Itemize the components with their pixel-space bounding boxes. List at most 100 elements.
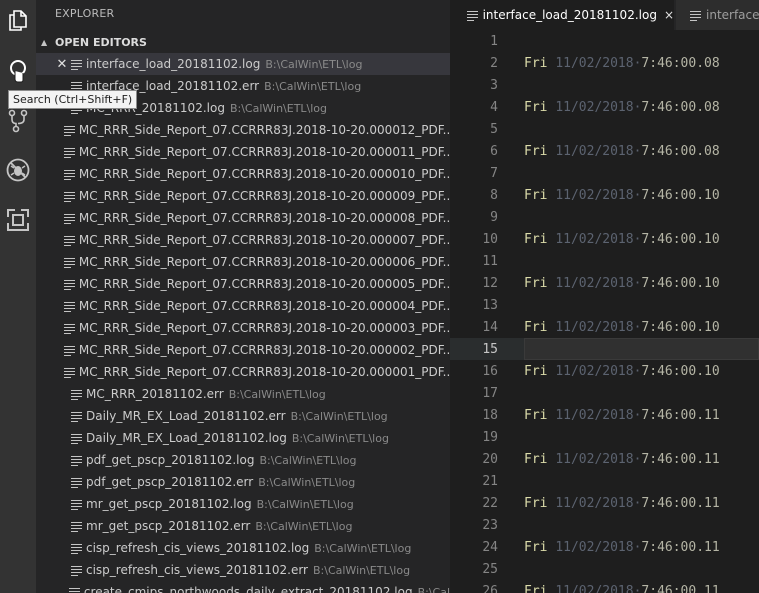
extensions-button[interactable] bbox=[0, 202, 36, 238]
line-number: 1 bbox=[490, 33, 498, 49]
code-text: Fri 11/02/2018·7:46:00.11 bbox=[524, 407, 720, 423]
file-path: B:\Cal bbox=[417, 585, 450, 593]
file-icon bbox=[690, 10, 701, 21]
code-line: 21 bbox=[450, 470, 759, 492]
open-editor-item[interactable]: ✕ interface_load_20181102.log B:\CalWin\ET… bbox=[36, 53, 450, 75]
explorer-button[interactable] bbox=[0, 2, 36, 38]
open-editor-item[interactable]: ✕Daily_MR_EX_Load_20181102.logB:\CalWin\… bbox=[36, 427, 450, 449]
log-day: Fri bbox=[524, 55, 548, 71]
log-date: 11/02/2018 bbox=[555, 275, 634, 291]
open-editor-item[interactable]: ✕MC_RRR_Side_Report_07.CCRRR83J.2018-10-… bbox=[36, 185, 450, 207]
log-date: 11/02/2018 bbox=[555, 55, 634, 71]
code-line: 5 bbox=[450, 118, 759, 140]
log-date: 11/02/2018 bbox=[555, 407, 634, 423]
open-editor-item[interactable]: ✕pdf_get_pscp_20181102.errB:\CalWin\ETL\… bbox=[36, 471, 450, 493]
code-line: 13 bbox=[450, 294, 759, 316]
open-editors-label: OPEN EDITORS bbox=[55, 35, 147, 49]
log-time: 7:46:00.11 bbox=[641, 495, 720, 511]
open-editor-item[interactable]: ✕MC_RRR_Side_Report_07.CCRRR83J.2018-10-… bbox=[36, 229, 450, 251]
open-editor-item[interactable]: ✕MC_RRR_Side_Report_07.CCRRR83J.2018-10-… bbox=[36, 317, 450, 339]
code-text: Fri 11/02/2018·7:46:00.10 bbox=[524, 319, 720, 335]
open-editor-item[interactable]: ✕MC_RRR_Side_Report_07.CCRRR83J.2018-10-… bbox=[36, 207, 450, 229]
open-editors-header[interactable]: ▲ OPEN EDITORS bbox=[36, 33, 450, 51]
log-time: 7:46:00.08 bbox=[641, 143, 720, 159]
close-icon[interactable]: × bbox=[664, 8, 674, 22]
code-line: 12 Fri 11/02/2018·7:46:00.10 bbox=[450, 272, 759, 294]
open-editor-item[interactable]: ✕cisp_refresh_cis_views_20181102.logB:\C… bbox=[36, 537, 450, 559]
file-name: MC_RRR_Side_Report_07.CCRRR83J.2018-10-2… bbox=[78, 123, 450, 137]
log-day: Fri bbox=[524, 231, 548, 247]
open-editor-item[interactable]: ✕mr_get_pscp_20181102.errB:\CalWin\ETL\l… bbox=[36, 515, 450, 537]
line-number: 11 bbox=[482, 253, 498, 269]
log-date: 11/02/2018 bbox=[555, 583, 634, 593]
file-icon bbox=[71, 455, 82, 466]
debug-button[interactable] bbox=[0, 152, 36, 188]
code-line: 20 Fri 11/02/2018·7:46:00.11 bbox=[450, 448, 759, 470]
open-editor-item[interactable]: ✕create_cmips_northwoods_daily_extract_2… bbox=[36, 581, 450, 593]
log-date: 11/02/2018 bbox=[555, 363, 634, 379]
file-icon bbox=[63, 169, 75, 180]
open-editors-list: ✕ interface_load_20181102.log B:\CalWin\ET… bbox=[36, 53, 450, 593]
file-name: Daily_MR_EX_Load_20181102.log bbox=[86, 431, 287, 445]
log-time: 7:46:00.08 bbox=[641, 55, 720, 71]
open-editor-item[interactable]: ✕MC_RRR_Side_Report_07.CCRRR83J.2018-10-… bbox=[36, 251, 450, 273]
code-line: 24 Fri 11/02/2018·7:46:00.11 bbox=[450, 536, 759, 558]
log-day: Fri bbox=[524, 495, 548, 511]
code-editor[interactable]: 1 2 Fri 11/02/2018·7:46:00.08 3 4 Fri 11/02/2… bbox=[450, 30, 759, 593]
log-time: 7:46:00.10 bbox=[641, 363, 720, 379]
log-date: 11/02/2018 bbox=[555, 143, 634, 159]
code-text: Fri 11/02/2018·7:46:00.10 bbox=[524, 363, 720, 379]
log-date: 11/02/2018 bbox=[555, 495, 634, 511]
file-icon bbox=[63, 213, 75, 224]
file-icon bbox=[63, 147, 75, 158]
code-line: 25 bbox=[450, 558, 759, 580]
file-name: pdf_get_pscp_20181102.err bbox=[86, 475, 254, 489]
close-icon[interactable]: ✕ bbox=[53, 57, 71, 72]
tab-interface-load-log[interactable]: interface_load_20181102.log × bbox=[450, 0, 674, 30]
file-path: B:\CalWin\ETL\log bbox=[229, 101, 328, 115]
open-editor-item[interactable]: ✕MC_RRR_Side_Report_07.CCRRR83J.2018-10-… bbox=[36, 295, 450, 317]
file-name: pdf_get_pscp_20181102.log bbox=[86, 453, 255, 467]
open-editor-item[interactable]: ✕MC_RRR_Side_Report_07.CCRRR83J.2018-10-… bbox=[36, 273, 450, 295]
file-icon bbox=[71, 565, 82, 576]
open-editor-item[interactable]: ✕mr_get_pscp_20181102.logB:\CalWin\ETL\l… bbox=[36, 493, 450, 515]
code-text: Fri 11/02/2018·7:46:00.11 bbox=[524, 584, 720, 593]
search-tooltip: Search (Ctrl+Shift+F) bbox=[8, 90, 138, 109]
line-number: 12 bbox=[482, 275, 498, 291]
file-name: MC_RRR_Side_Report_07.CCRRR83J.2018-10-2… bbox=[78, 211, 450, 225]
line-number: 18 bbox=[482, 407, 498, 423]
file-icon bbox=[68, 587, 80, 593]
open-editor-item[interactable]: ✕Daily_MR_EX_Load_20181102.errB:\CalWin\… bbox=[36, 405, 450, 427]
line-number: 17 bbox=[482, 385, 498, 401]
open-editor-item[interactable]: ✕MC_RRR_Side_Report_07.CCRRR83J.2018-10-… bbox=[36, 163, 450, 185]
editor-tab-bar: interface_load_20181102.log × interface_ bbox=[450, 0, 759, 30]
file-name: Daily_MR_EX_Load_20181102.err bbox=[86, 409, 286, 423]
search-button[interactable] bbox=[0, 52, 36, 88]
line-number: 8 bbox=[490, 187, 498, 203]
line-number: 26 bbox=[482, 583, 498, 593]
open-editor-item[interactable]: ✕MC_RRR_Side_Report_07.CCRRR83J.2018-10-… bbox=[36, 361, 450, 383]
code-text: Fri 11/02/2018·7:46:00.10 bbox=[524, 187, 720, 203]
debug-icon bbox=[6, 158, 30, 182]
open-editor-item[interactable]: ✕MC_RRR_Side_Report_07.CCRRR83J.2018-10-… bbox=[36, 141, 450, 163]
code-text: Fri 11/02/2018·7:46:00.10 bbox=[524, 231, 720, 247]
log-day: Fri bbox=[524, 451, 548, 467]
open-editor-item[interactable]: ✕MC_RRR_Side_Report_07.CCRRR83J.2018-10-… bbox=[36, 119, 450, 141]
open-editor-item[interactable]: ✕cisp_refresh_cis_views_20181102.errB:\C… bbox=[36, 559, 450, 581]
open-editor-item[interactable]: ✕pdf_get_pscp_20181102.logB:\CalWin\ETL\… bbox=[36, 449, 450, 471]
line-number: 22 bbox=[482, 495, 498, 511]
code-line: 18 Fri 11/02/2018·7:46:00.11 bbox=[450, 404, 759, 426]
file-name: MC_RRR_Side_Report_07.CCRRR83J.2018-10-2… bbox=[78, 277, 450, 291]
tab-interface-err[interactable]: interface_ bbox=[676, 0, 759, 30]
extensions-icon bbox=[7, 209, 29, 231]
code-line: 19 bbox=[450, 426, 759, 448]
open-editor-item[interactable]: ✕MC_RRR_Side_Report_07.CCRRR83J.2018-10-… bbox=[36, 339, 450, 361]
code-line: 7 bbox=[450, 162, 759, 184]
line-number: 24 bbox=[482, 539, 498, 555]
open-editor-item[interactable]: ✕MC_RRR_20181102.errB:\CalWin\ETL\log bbox=[36, 383, 450, 405]
log-time: 7:46:00.11 bbox=[641, 407, 720, 423]
code-line: 9 bbox=[450, 206, 759, 228]
code-line: 3 bbox=[450, 74, 759, 96]
line-number: 6 bbox=[490, 143, 498, 159]
file-icon bbox=[63, 191, 75, 202]
